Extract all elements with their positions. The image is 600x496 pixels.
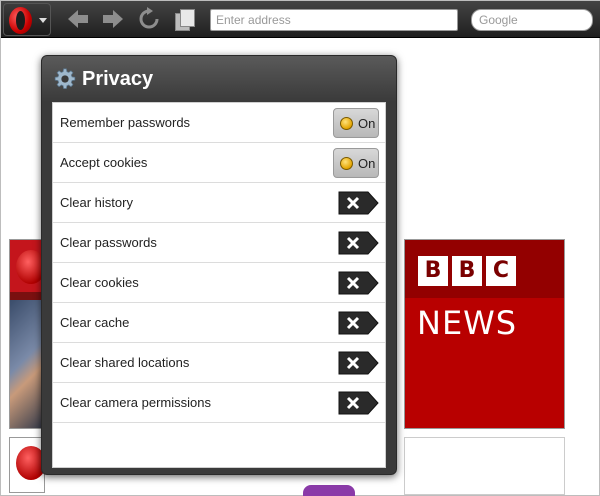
accept-cookies-toggle[interactable]: On — [333, 148, 379, 178]
browser-toolbar: Enter address Google — [1, 1, 600, 38]
tile-thumbnail — [10, 300, 44, 428]
setting-row-clear-history: Clear history — [53, 183, 385, 223]
setting-label: Clear camera permissions — [60, 395, 211, 410]
clear-camera-permissions-button[interactable] — [338, 391, 379, 415]
arrow-left-icon — [68, 10, 88, 28]
setting-label: Clear shared locations — [60, 355, 190, 370]
setting-row-clear-cache: Clear cache — [53, 303, 385, 343]
x-icon — [338, 351, 379, 375]
toggle-state: On — [358, 156, 376, 171]
bbc-logo-letter: C — [486, 256, 516, 286]
x-icon — [338, 191, 379, 215]
address-input[interactable]: Enter address — [210, 9, 458, 31]
setting-row-clear-cookies: Clear cookies — [53, 263, 385, 303]
opera-o-icon — [9, 7, 32, 34]
setting-row-clear-camera-permissions: Clear camera permissions — [53, 383, 385, 423]
setting-row-remember-passwords: Remember passwords On — [53, 103, 385, 143]
reload-icon — [139, 7, 159, 29]
clear-cookies-button[interactable] — [338, 271, 379, 295]
back-button[interactable] — [65, 7, 91, 31]
setting-row-clear-passwords: Clear passwords — [53, 223, 385, 263]
search-input[interactable]: Google — [471, 9, 593, 31]
bbc-logo-letter: B — [452, 256, 482, 286]
remember-passwords-toggle[interactable]: On — [333, 108, 379, 138]
speed-dial-tile-empty[interactable] — [404, 437, 565, 495]
opera-menu-button[interactable] — [3, 3, 51, 36]
bbc-news-label: NEWS — [417, 304, 518, 342]
x-icon — [338, 311, 379, 335]
speed-dial-tile-bbc-news[interactable]: B B C NEWS — [404, 239, 565, 429]
speed-dial-tile-partial[interactable] — [303, 485, 355, 496]
clear-cache-button[interactable] — [338, 311, 379, 335]
privacy-panel: Privacy Remember passwords On Accept coo… — [41, 55, 397, 475]
chevron-down-icon — [39, 18, 47, 23]
speed-dial-tile-opera[interactable] — [9, 239, 45, 429]
clear-passwords-button[interactable] — [338, 231, 379, 255]
bbc-logo: B B C — [418, 256, 516, 286]
setting-label: Clear passwords — [60, 235, 157, 250]
clear-history-button[interactable] — [338, 191, 379, 215]
x-icon — [338, 271, 379, 295]
setting-row-accept-cookies: Accept cookies On — [53, 143, 385, 183]
toggle-indicator-icon — [340, 157, 353, 170]
toggle-indicator-icon — [340, 117, 353, 130]
setting-label: Remember passwords — [60, 115, 191, 130]
setting-label: Clear cache — [60, 315, 130, 330]
reload-button[interactable] — [136, 7, 162, 31]
bbc-logo-letter: B — [418, 256, 448, 286]
setting-label: Clear cookies — [60, 275, 139, 290]
forward-button[interactable] — [100, 7, 126, 31]
panel-header: Privacy — [42, 56, 396, 102]
setting-label: Accept cookies — [60, 155, 148, 170]
arrow-right-icon — [103, 10, 123, 28]
panel-title: Privacy — [82, 68, 154, 90]
toggle-state: On — [358, 116, 376, 131]
speed-dial-tile-opera-2[interactable] — [9, 437, 45, 493]
privacy-settings-list: Remember passwords On Accept cookies On … — [52, 102, 386, 468]
setting-label: Clear history — [60, 195, 133, 210]
setting-row-clear-shared-locations: Clear shared locations — [53, 343, 385, 383]
tabs-button[interactable] — [173, 8, 197, 32]
gear-icon — [54, 68, 76, 89]
clear-shared-locations-button[interactable] — [338, 351, 379, 375]
x-icon — [338, 231, 379, 255]
x-icon — [338, 391, 379, 415]
